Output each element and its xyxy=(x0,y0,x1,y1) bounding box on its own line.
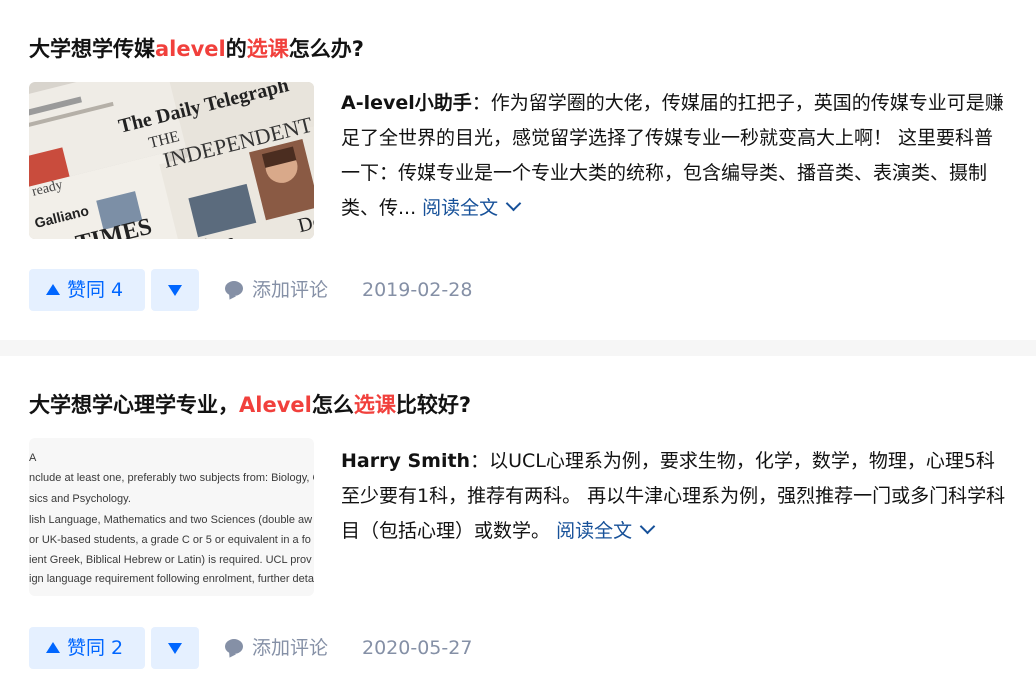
read-more-link[interactable]: 阅读全文 xyxy=(556,518,656,542)
title-text: 怎么 xyxy=(311,393,354,417)
answer-card-2: 大学想学心理学专业，Alevel怎么选课比较好? A nclude at lea… xyxy=(0,356,1036,674)
triangle-down-icon xyxy=(168,643,182,654)
upvote-button[interactable]: 赞同 4 xyxy=(29,269,145,311)
title-highlight: alevel xyxy=(155,37,226,61)
title-text: 大学想学心理学专业， xyxy=(29,393,239,417)
triangle-up-icon xyxy=(46,284,60,295)
title-text: 比较好? xyxy=(395,393,472,417)
answer-thumbnail[interactable]: The Daily Telegraph INDEPENDENT THE TIME… xyxy=(29,82,314,239)
author-name[interactable]: Harry Smith xyxy=(341,450,470,472)
answer-card-1: 大学想学传媒alevel的选课怎么办? The Daily Telegraph … xyxy=(0,0,1036,340)
triangle-up-icon xyxy=(46,642,60,653)
answer-excerpt[interactable]: A-level小助手：作为留学圈的大佬，传媒届的扛把子，英国的传媒专业可是赚足了… xyxy=(341,86,1011,226)
title-text: 怎么办? xyxy=(288,37,364,61)
chevron-down-icon xyxy=(639,518,656,535)
comment-bubble-icon xyxy=(225,639,243,654)
chevron-down-icon xyxy=(505,195,522,212)
downvote-button[interactable] xyxy=(151,627,199,669)
newspapers-photo-icon: The Daily Telegraph INDEPENDENT THE TIME… xyxy=(29,82,314,239)
read-more-label: 阅读全文 xyxy=(422,197,499,219)
thumb-doc-line: nclude at least one, preferably two subj… xyxy=(29,472,314,484)
question-title[interactable]: 大学想学心理学专业，Alevel怎么选课比较好? xyxy=(29,390,471,420)
author-name[interactable]: A-level小助手 xyxy=(341,92,472,114)
thumb-doc-line: or UK-based students, a grade C or 5 or … xyxy=(29,534,311,546)
upvote-label: 赞同 2 xyxy=(67,637,124,659)
thumb-doc-line: lish Language, Mathematics and two Scien… xyxy=(29,514,313,526)
thumb-doc-line: sics and Psychology. xyxy=(29,493,131,505)
question-title[interactable]: 大学想学传媒alevel的选课怎么办? xyxy=(29,34,364,64)
title-highlight: Alevel xyxy=(239,393,312,417)
upvote-label: 赞同 4 xyxy=(67,279,124,301)
downvote-button[interactable] xyxy=(151,269,199,311)
card-separator xyxy=(0,340,1036,356)
upvote-button[interactable]: 赞同 2 xyxy=(29,627,145,669)
document-screenshot-icon: A nclude at least one, preferably two su… xyxy=(29,438,314,596)
thumb-doc-line: ign language requirement following enrol… xyxy=(29,573,314,585)
title-highlight: 选课 xyxy=(246,37,289,61)
title-text: 大学想学传媒 xyxy=(29,37,155,61)
answer-actions: 赞同 4 添加评论 2019-02-28 xyxy=(29,269,1029,311)
title-highlight: 选课 xyxy=(353,393,396,417)
answer-date: 2019-02-28 xyxy=(362,279,473,301)
thumb-doc-line: A xyxy=(29,452,37,464)
comment-label: 添加评论 xyxy=(252,279,329,301)
comment-label: 添加评论 xyxy=(252,637,329,659)
answer-date: 2020-05-27 xyxy=(362,637,473,659)
read-more-label: 阅读全文 xyxy=(556,520,633,542)
answer-excerpt[interactable]: Harry Smith：以UCL心理系为例，要求生物，化学，数学，物理，心理5科… xyxy=(341,444,1011,549)
answer-actions: 赞同 2 添加评论 2020-05-27 xyxy=(29,627,1029,669)
answer-thumbnail[interactable]: A nclude at least one, preferably two su… xyxy=(29,438,314,596)
comment-bubble-icon xyxy=(225,281,243,296)
thumb-doc-line: ient Greek, Biblical Hebrew or Latin) is… xyxy=(29,554,312,566)
triangle-down-icon xyxy=(168,285,182,296)
read-more-link[interactable]: 阅读全文 xyxy=(422,195,522,219)
title-text: 的 xyxy=(225,37,247,61)
